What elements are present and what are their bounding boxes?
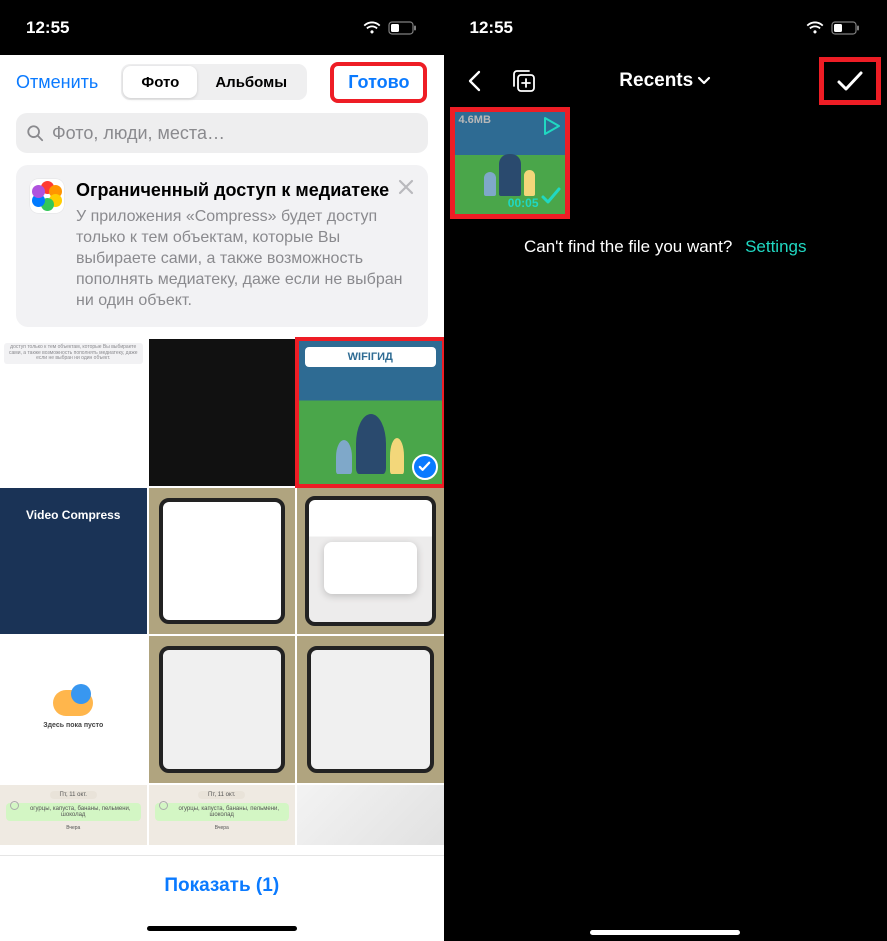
photos-app-icon <box>30 179 64 213</box>
limited-access-card: Ограниченный доступ к медиатеке У прилож… <box>16 165 428 327</box>
card-text: У приложения «Compress» будет доступ тол… <box>76 206 414 312</box>
battery-icon <box>831 21 861 35</box>
home-indicator <box>0 915 444 941</box>
thumb[interactable] <box>297 488 444 635</box>
close-button[interactable] <box>394 175 418 199</box>
close-icon <box>394 175 418 199</box>
thumb[interactable] <box>297 785 444 845</box>
hint-text: Can't find the file you want? <box>524 237 732 256</box>
add-collection-button[interactable] <box>508 65 540 97</box>
video-thumb-selected[interactable]: 4.6MB 00:05 <box>450 107 570 219</box>
thumb-selected[interactable]: WIFIГИД <box>297 339 444 486</box>
search-placeholder: Фото, люди, места… <box>52 123 225 144</box>
thumb[interactable]: Пт, 11 окт. огурцы, капуста, бананы, пел… <box>149 785 296 845</box>
wifi-icon <box>362 21 382 35</box>
left-phone: 12:55 Отменить Фото Альбомы Готово Фото,… <box>0 0 444 941</box>
thumb[interactable]: Video Compress <box>0 488 147 635</box>
home-indicator <box>444 930 887 935</box>
segment-control[interactable]: Фото Альбомы <box>121 64 307 100</box>
show-selected-button[interactable]: Показать (1) <box>0 855 444 915</box>
status-bar: 12:55 <box>0 0 444 55</box>
recents-body: 4.6MB 00:05 Can't find the file you want… <box>444 107 887 941</box>
card-title: Ограниченный доступ к медиатеке <box>76 179 414 202</box>
play-icon <box>541 116 561 141</box>
back-button[interactable] <box>458 65 490 97</box>
photo-grid: доступ только к тем объектам, которые Вы… <box>0 339 444 855</box>
confirm-button[interactable] <box>819 57 881 105</box>
status-bar: 12:55 <box>444 0 887 55</box>
segment-photo[interactable]: Фото <box>123 66 197 98</box>
thumb[interactable]: Пт, 11 окт. огурцы, капуста, бананы, пел… <box>0 785 147 845</box>
video-size: 4.6MB <box>459 114 491 126</box>
status-icons <box>805 21 861 35</box>
battery-icon <box>388 21 418 35</box>
status-icons <box>362 21 418 35</box>
chevron-left-icon <box>467 70 481 92</box>
done-button[interactable]: Готово <box>330 62 427 103</box>
recents-nav: Recents <box>444 55 887 107</box>
settings-link[interactable]: Settings <box>745 237 806 256</box>
check-icon <box>835 69 865 93</box>
thumb[interactable] <box>297 636 444 783</box>
check-icon <box>412 454 438 480</box>
picker-nav: Отменить Фото Альбомы Готово <box>0 55 444 109</box>
video-duration: 00:05 <box>508 196 539 210</box>
segment-albums[interactable]: Альбомы <box>197 66 305 98</box>
hint-row: Can't find the file you want? Settings <box>444 237 887 257</box>
status-time: 12:55 <box>26 18 69 38</box>
add-collection-icon <box>511 68 537 94</box>
thumb[interactable] <box>149 488 296 635</box>
right-phone: 12:55 Recents 4.6MB <box>444 0 887 941</box>
photo-picker-sheet: Отменить Фото Альбомы Готово Фото, люди,… <box>0 55 444 941</box>
thumb[interactable]: Здесь пока пусто <box>0 636 147 783</box>
thumb[interactable] <box>149 339 296 486</box>
thumb[interactable]: доступ только к тем объектам, которые Вы… <box>0 339 147 486</box>
thumb[interactable] <box>149 636 296 783</box>
search-icon <box>26 124 44 142</box>
chevron-down-icon <box>697 76 711 86</box>
cancel-button[interactable]: Отменить <box>16 72 98 93</box>
selected-check-icon <box>540 185 562 212</box>
wifigid-logo: WIFIГИД <box>305 347 436 367</box>
status-time: 12:55 <box>470 18 513 38</box>
search-input[interactable]: Фото, люди, места… <box>16 113 428 153</box>
wifi-icon <box>805 21 825 35</box>
